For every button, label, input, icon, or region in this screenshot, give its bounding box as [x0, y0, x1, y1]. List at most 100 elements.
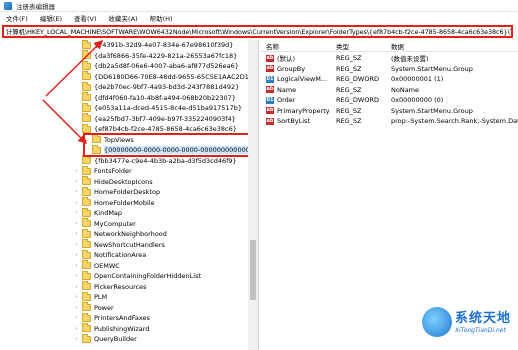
tree-item[interactable]: › MyComputer [73, 218, 136, 229]
expand-right-icon[interactable]: › [73, 200, 80, 206]
tree-item-label: {dfd4f060-fa10-4b8f-a494-068b20b22307} [94, 93, 236, 102]
header-name[interactable]: 名称 [266, 41, 279, 51]
value-name: GroupBy [277, 64, 306, 73]
value-name: Name [277, 85, 297, 94]
folder-icon [82, 71, 91, 80]
expand-right-icon[interactable]: › [73, 252, 80, 258]
tree-item-label: QueryBuilder [94, 335, 137, 343]
values-pane[interactable]: 名称 类型 数据 ab (默认) REG_SZ (数值未设置) ab GroupBy REG… [260, 40, 518, 350]
tree-item[interactable]: › PickerResources [73, 281, 147, 292]
expand-right-icon[interactable]: › [73, 168, 80, 174]
folder-icon [82, 113, 91, 122]
expand-right-icon[interactable]: › [73, 326, 80, 332]
tree-item[interactable]: › FontsFolder [73, 165, 132, 176]
menu-file[interactable]: 文件(F) [6, 13, 28, 23]
value-row[interactable]: 01 LogicalViewM... REG_DWORD 0x00000001 (1) [260, 74, 518, 84]
expand-right-icon[interactable]: › [73, 305, 80, 311]
tree-item[interactable]: › QueryBuilder [73, 333, 137, 344]
value-type: REG_DWORD [336, 96, 379, 104]
tree-item-label: {74391b-32d9-4e07-834e-67e98610f39d} [94, 41, 234, 49]
tree-item-label: PLM [94, 293, 108, 301]
value-data: System.StartMenu.Group [391, 106, 473, 115]
tree-item-label: MyComputer [94, 219, 136, 228]
value-row[interactable]: ab GroupBy REG_SZ System.StartMenu.Group [260, 64, 518, 74]
value-data: (数值未设置) [391, 55, 429, 63]
tree-item-label: {fbb3477e-c9e4-4b3b-a2ba-d3f5d3cd46f9} [94, 156, 237, 165]
binary-value-icon: 01 [266, 75, 274, 83]
tree-item[interactable]: {DD6180D66-70E8-48dd-9655-65C5E1AAC2D1} [73, 71, 253, 82]
tree-item[interactable]: › OEMWC [73, 260, 120, 271]
tree-item[interactable]: › Power [73, 302, 114, 313]
header-data[interactable]: 数据 [391, 41, 404, 51]
expand-right-icon[interactable]: › [73, 179, 80, 185]
expand-right-icon[interactable]: › [73, 231, 80, 237]
header-type[interactable]: 类型 [336, 41, 349, 51]
expand-right-icon[interactable]: › [73, 210, 80, 216]
folder-icon [82, 281, 91, 290]
expand-right-icon[interactable]: › [73, 242, 80, 248]
tree-item[interactable]: › NotificationArea [73, 249, 146, 260]
expand-right-icon[interactable]: › [73, 284, 80, 290]
expand-right-icon[interactable]: › [73, 315, 80, 321]
value-type: REG_SZ [336, 117, 362, 125]
tree-item-label: KindMap [94, 209, 123, 217]
folder-icon [82, 312, 91, 322]
expand-right-icon[interactable]: › [73, 263, 80, 269]
tree-item[interactable]: {ea25fbd7-3bf7-409e-b97f-3352240903f4} [73, 113, 236, 124]
expand-right-icon[interactable]: › [73, 336, 80, 342]
tree-item[interactable]: › KindMap [73, 207, 123, 218]
tree-item[interactable]: {de2b70ec-9bf7-4a93-bd3d-243f7881d492} [73, 81, 239, 92]
string-value-icon: ab [266, 65, 274, 72]
tree-item[interactable]: {db2a5d8f-06e6-4007-aba6-af877d526ea6} [73, 60, 239, 71]
value-name: LogicalViewM... [277, 75, 328, 83]
tree-scrollbar-thumb[interactable] [250, 240, 256, 300]
tree-item[interactable]: › HideDesktopIcons [73, 176, 153, 187]
tree-item-label: OpenContainingFolderHiddenList [94, 272, 202, 280]
value-row[interactable]: ab PrimaryProperty REG_SZ System.StartMenu.… [260, 106, 518, 116]
tree-item[interactable]: {74391b-32d9-4e07-834e-67e98610f39d} [73, 40, 233, 50]
expand-right-icon[interactable]: › [73, 221, 80, 227]
folder-icon [82, 155, 91, 164]
tree-item[interactable]: {e053a11a-dced-4515-8c4e-d51ba917517b} [73, 102, 242, 113]
tree-item[interactable]: › NetworkNeighborhood [73, 228, 167, 239]
value-row[interactable]: ab SortByList REG_SZ prop:-System.Search.Ra… [260, 116, 518, 126]
folder-icon [82, 186, 91, 196]
value-row[interactable]: ab (默认) REG_SZ (数值未设置) [260, 53, 518, 63]
tree-item[interactable]: › HomeFolderDesktop [73, 186, 160, 197]
menu-edit[interactable]: 编辑(E) [40, 13, 62, 23]
tree-item-label: HideDesktopIcons [94, 177, 153, 186]
menu-favorites[interactable]: 收藏夹(A) [109, 13, 138, 23]
tree-item[interactable]: › HomeFolderMobile [73, 197, 155, 208]
pane-divider[interactable] [258, 40, 259, 350]
address-path[interactable]: 计算机\HKEY_LOCAL_MACHINE\SOFTWARE\WOW6432N… [6, 27, 511, 36]
tree-item-label: {ef87b4cb-f2ce-4785-8658-4ca6c63e38c6} [94, 125, 237, 133]
tree-item[interactable]: › PrintersAndFaxes [73, 312, 150, 323]
tree-item[interactable]: {fbb3477e-c9e4-4b3b-a2ba-d3f5d3cd46f9} [73, 155, 237, 166]
expand-right-icon[interactable]: › [73, 189, 80, 195]
tree-scrollbar[interactable] [248, 40, 258, 350]
address-bar[interactable]: 计算机\HKEY_LOCAL_MACHINE\SOFTWARE\WOW6432N… [2, 25, 513, 38]
tree-item[interactable]: › OpenContainingFolderHiddenList [73, 270, 202, 281]
expand-right-icon[interactable]: › [73, 273, 80, 279]
tree-item[interactable]: › NewShortcutHandlers [73, 239, 165, 250]
folder-icon [82, 40, 91, 49]
folder-icon [82, 176, 91, 185]
tree-item-label: PrintersAndFaxes [94, 314, 150, 322]
tree-item[interactable]: › PublishingWizard [73, 323, 149, 334]
menu-view[interactable]: 查看(V) [74, 13, 97, 23]
menu-help[interactable]: 帮助(H) [150, 13, 173, 23]
binary-value-icon: 01 [266, 96, 274, 104]
folder-icon [82, 92, 91, 101]
value-row[interactable]: 01 Order REG_DWORD 0x00000000 (0) [260, 95, 518, 105]
tree-item[interactable]: {dfd4f060-fa10-4b8f-a494-068b20b22307} [73, 92, 236, 103]
tree-item-label: {db2a5d8f-06e6-4007-aba6-af877d526ea6} [94, 62, 239, 70]
folder-icon [82, 207, 91, 217]
tree-item[interactable]: › PLM [73, 291, 108, 302]
folder-icon [82, 249, 91, 259]
expand-down-icon[interactable]: ⌄ [73, 126, 80, 132]
tree-item[interactable]: {da3f6866-35fe-4229-821a-26553a67fc18} [73, 50, 237, 61]
value-row[interactable]: ab Name REG_SZ NoName [260, 85, 518, 95]
expand-right-icon[interactable]: › [73, 294, 80, 300]
registry-tree[interactable]: {74391b-32d9-4e07-834e-67e98610f39d} {da3… [0, 40, 258, 350]
string-value-icon: ab [266, 86, 274, 93]
